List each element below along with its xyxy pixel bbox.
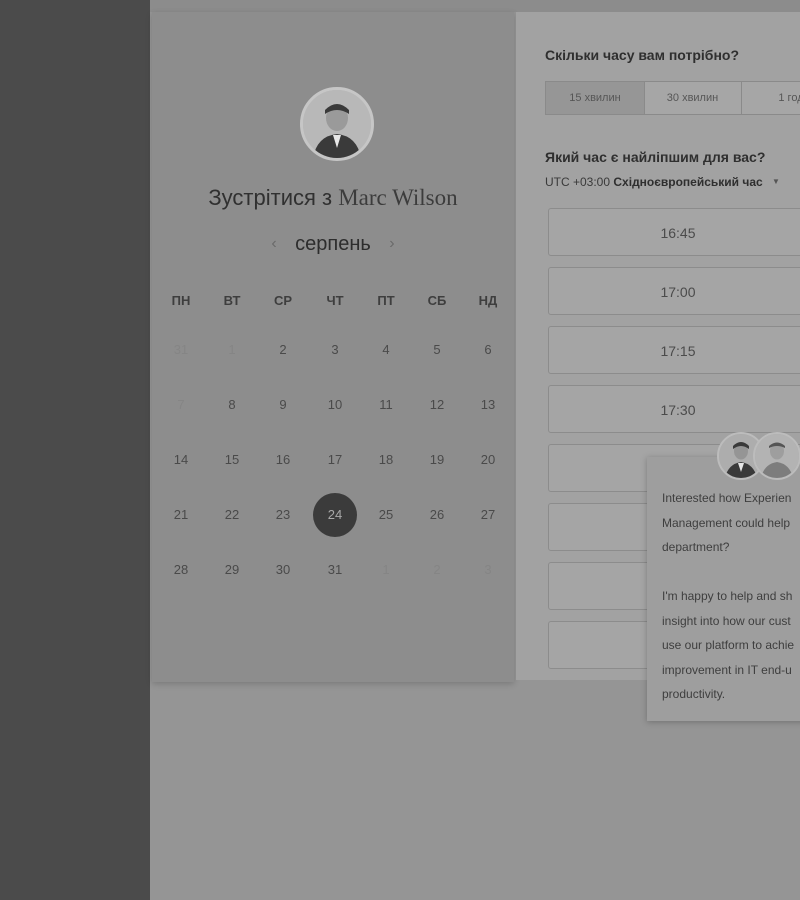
person-avatar-icon <box>303 90 371 158</box>
calendar-day[interactable]: 19 <box>415 438 459 482</box>
calendar-day: 1 <box>382 562 390 577</box>
calendar-day[interactable]: 29 <box>210 548 254 592</box>
weekday-label: ПН <box>171 293 191 308</box>
calendar-day[interactable]: 22 <box>210 493 254 537</box>
calendar-day[interactable]: 4 <box>364 328 408 372</box>
calendar-day[interactable]: 21 <box>159 493 203 537</box>
time-slot-button[interactable]: 16:45 <box>548 208 800 256</box>
month-label: серпень <box>295 233 371 255</box>
time-slot-button[interactable]: 17:30 <box>548 385 800 433</box>
time-question: Який час є найліпшим для вас? <box>545 149 766 165</box>
calendar-day: 2 <box>433 562 441 577</box>
timezone-selector[interactable]: UTC +03:00 Східноєвропейський час ▼ <box>545 175 780 189</box>
weekday-label: НД <box>478 293 498 308</box>
selected-day[interactable]: 24 <box>313 493 357 537</box>
calendar-day[interactable]: 31 <box>313 548 357 592</box>
person-avatar-icon <box>755 434 799 478</box>
duration-selector: 15 хвилин30 хвилин1 год <box>545 81 800 115</box>
calendar-day[interactable]: 3 <box>313 328 357 372</box>
calendar-day: 1 <box>228 342 236 357</box>
weekday-label: СБ <box>427 293 447 308</box>
chat-message: Interested how Experien Management could… <box>662 491 795 701</box>
weekday-label: СР <box>273 293 293 308</box>
weekday-header: ПН ВТ СР ЧТ ПТ СБ НД <box>152 293 514 313</box>
calendar-day[interactable]: 20 <box>466 438 510 482</box>
left-panel <box>0 0 150 900</box>
calendar-day[interactable]: 26 <box>415 493 459 537</box>
agent-avatar <box>753 432 800 480</box>
host-avatar <box>300 87 374 161</box>
meeting-title: Зустрітися з Marc Wilson <box>152 185 514 211</box>
weekday-label: ПТ <box>377 293 395 308</box>
chevron-left-icon[interactable]: ‹ <box>271 235 276 253</box>
weekday-label: ЧТ <box>326 293 344 308</box>
calendar-day[interactable]: 5 <box>415 328 459 372</box>
calendar-day[interactable]: 12 <box>415 383 459 427</box>
calendar-day[interactable]: 10 <box>313 383 357 427</box>
duration-option[interactable]: 15 хвилин <box>546 82 645 114</box>
chat-avatars <box>717 432 800 484</box>
host-name: Marc Wilson <box>338 185 458 210</box>
duration-question: Скільки часу вам потрібно? <box>545 47 740 63</box>
chevron-right-icon[interactable]: › <box>389 235 394 253</box>
calendar-day[interactable]: 23 <box>261 493 305 537</box>
calendar-day: 31 <box>173 342 189 357</box>
calendar-day[interactable]: 8 <box>210 383 254 427</box>
calendar-day[interactable]: 2 <box>261 328 305 372</box>
time-slot-button[interactable]: 17:15 <box>548 326 800 374</box>
calendar-day[interactable]: 17 <box>313 438 357 482</box>
calendar-day: 3 <box>484 562 492 577</box>
calendar-day[interactable]: 30 <box>261 548 305 592</box>
calendar-day[interactable]: 11 <box>364 383 408 427</box>
chat-popup[interactable]: Interested how Experien Management could… <box>647 457 800 721</box>
calendar-day[interactable]: 25 <box>364 493 408 537</box>
month-navigation: ‹ серпень › <box>152 233 514 256</box>
timezone-offset: UTC +03:00 <box>545 175 611 189</box>
time-slot-button[interactable]: 17:00 <box>548 267 800 315</box>
calendar-day[interactable]: 16 <box>261 438 305 482</box>
top-edge <box>150 0 800 12</box>
calendar-day[interactable]: 13 <box>466 383 510 427</box>
calendar-day[interactable]: 14 <box>159 438 203 482</box>
duration-option[interactable]: 1 год <box>741 82 800 114</box>
calendar-day[interactable]: 28 <box>159 548 203 592</box>
weekday-label: ВТ <box>223 293 241 308</box>
calendar-day[interactable]: 27 <box>466 493 510 537</box>
calendar-day[interactable]: 18 <box>364 438 408 482</box>
caret-down-icon: ▼ <box>772 177 780 186</box>
meeting-title-prefix: Зустрітися з <box>208 185 333 210</box>
timezone-name: Східноєвропейський час <box>613 175 763 189</box>
calendar-day: 7 <box>177 397 185 412</box>
calendar-card: Зустрітися з Marc Wilson ‹ серпень › ПН В… <box>152 12 514 682</box>
calendar-day[interactable]: 6 <box>466 328 510 372</box>
duration-option[interactable]: 30 хвилин <box>644 82 742 114</box>
calendar-day[interactable]: 15 <box>210 438 254 482</box>
calendar-day[interactable]: 9 <box>261 383 305 427</box>
